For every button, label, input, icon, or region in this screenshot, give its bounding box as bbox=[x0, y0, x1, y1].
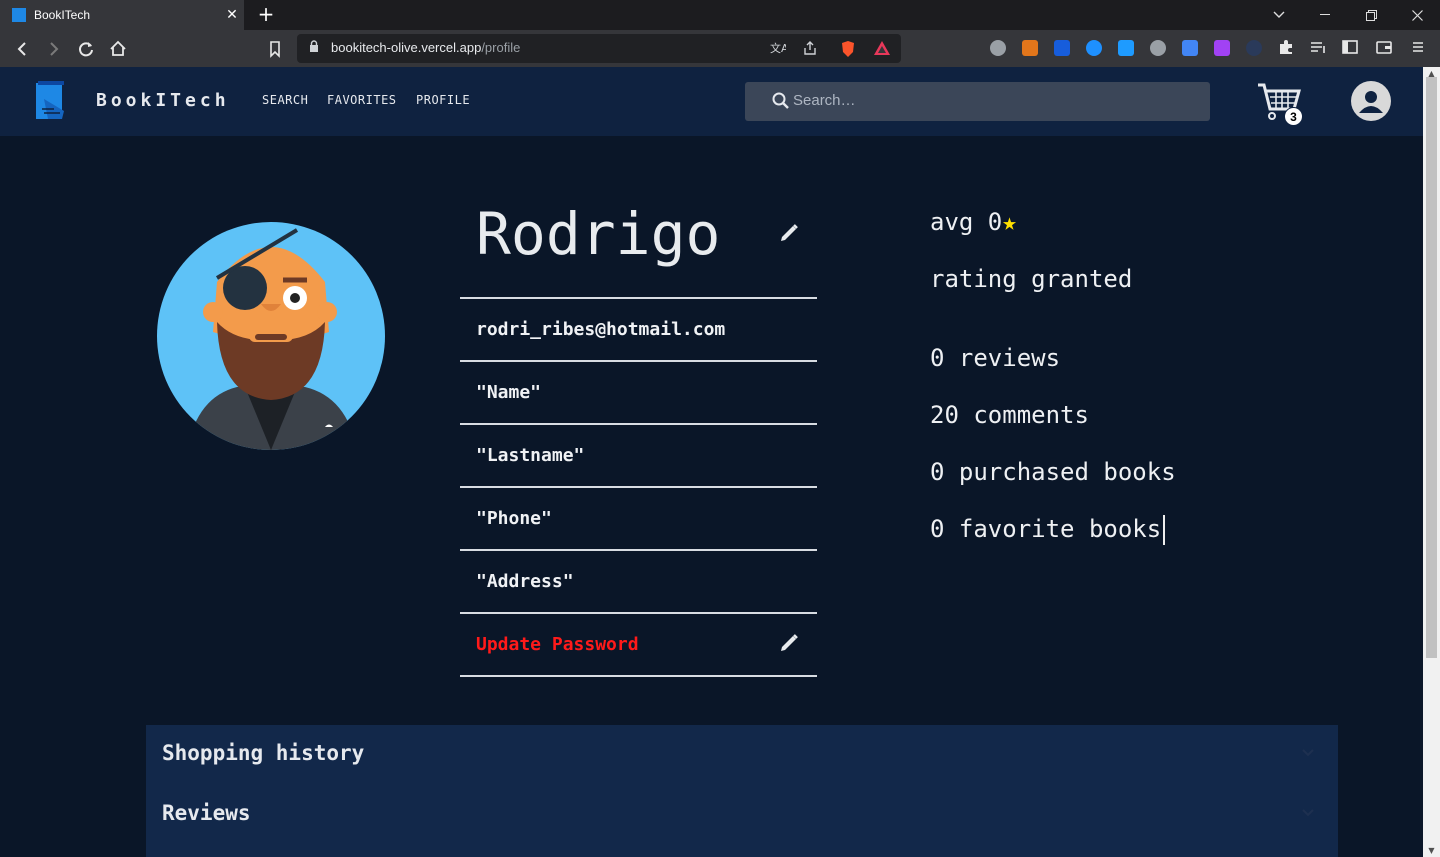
scroll-down-icon[interactable]: ▼ bbox=[1427, 846, 1436, 855]
browser-tabbar: BookITech ✕ + bbox=[0, 0, 1440, 30]
text-cursor bbox=[1163, 515, 1166, 545]
rating-granted-label: rating granted bbox=[930, 265, 1133, 293]
shopping-history-label: Shopping history bbox=[162, 741, 365, 765]
edit-password-pencil-icon[interactable] bbox=[778, 632, 800, 654]
scroll-up-icon[interactable]: ▲ bbox=[1427, 69, 1436, 78]
extensions-puzzle-icon[interactable] bbox=[1275, 38, 1297, 60]
favorite-books-text: 0 favorite books bbox=[930, 515, 1162, 543]
update-password-row[interactable]: Update Password bbox=[460, 612, 817, 677]
bookitech-logo-icon[interactable] bbox=[34, 79, 70, 123]
profile-lastname-field: "Lastname" bbox=[460, 423, 817, 486]
audio-extension-icon[interactable] bbox=[1086, 40, 1102, 56]
translate-icon[interactable]: 文A bbox=[769, 40, 789, 58]
name-value: "Name" bbox=[476, 382, 542, 403]
purchased-books-stat: 0 purchased books bbox=[930, 458, 1176, 486]
email-value: rodri_ribes@hotmail.com bbox=[476, 319, 726, 340]
phone-value: "Phone" bbox=[476, 508, 552, 529]
browser-toolbar: bookitech-olive.vercel.app/profile 文A bbox=[0, 30, 1440, 67]
favorite-books-stat: 0 favorite books bbox=[930, 515, 1166, 545]
tab-title: BookITech bbox=[34, 8, 91, 22]
tab-close-icon[interactable]: ✕ bbox=[220, 7, 244, 23]
profile-email-field: rodri_ribes@hotmail.com bbox=[460, 297, 817, 360]
reviews-label: Reviews bbox=[162, 801, 251, 825]
user-avatar-icon[interactable] bbox=[1351, 81, 1391, 121]
restore-window-icon[interactable] bbox=[1348, 0, 1394, 30]
avg-rating-stat: avg 0★ bbox=[930, 208, 1017, 236]
profile-name-field: "Name" bbox=[460, 360, 817, 423]
update-password-link[interactable]: Update Password bbox=[476, 634, 639, 655]
search-input[interactable]: Search… bbox=[745, 82, 1210, 121]
reviews-count-stat: 0 reviews bbox=[930, 344, 1061, 372]
close-window-icon[interactable] bbox=[1394, 0, 1440, 30]
reload-icon[interactable] bbox=[75, 38, 97, 60]
reviews-accordion[interactable]: Reviews bbox=[146, 785, 1338, 857]
url-host: bookitech-olive.vercel.app bbox=[331, 40, 482, 55]
minimize-window-icon[interactable] bbox=[1302, 0, 1348, 30]
color-picker-extension-icon[interactable] bbox=[1214, 40, 1230, 56]
comments-count-stat: 20 comments bbox=[930, 401, 1089, 429]
chevron-down-icon[interactable] bbox=[1300, 805, 1316, 821]
profile-phone-field: "Phone" bbox=[460, 486, 817, 549]
address-bar[interactable]: bookitech-olive.vercel.app/profile 文A bbox=[297, 34, 901, 63]
media-queue-icon[interactable] bbox=[1307, 38, 1329, 60]
svg-text:文A: 文A bbox=[770, 41, 786, 55]
sidebar-icon[interactable] bbox=[1339, 38, 1361, 60]
cat-extension-icon[interactable] bbox=[1150, 40, 1166, 56]
edit-username-pencil-icon[interactable] bbox=[778, 222, 800, 244]
nav-favorites-link[interactable]: FAVORITES bbox=[327, 93, 397, 107]
brave-shields-icon[interactable] bbox=[839, 40, 857, 58]
new-tab-button[interactable]: + bbox=[256, 4, 276, 24]
google-translate-extension-icon[interactable] bbox=[1182, 40, 1198, 56]
browser-tab[interactable]: BookITech ✕ bbox=[0, 0, 244, 30]
url-text: bookitech-olive.vercel.app/profile bbox=[331, 40, 520, 55]
avg-rating-text: avg 0 bbox=[930, 208, 1003, 236]
brave-rewards-icon[interactable] bbox=[873, 40, 891, 58]
page-scrollbar-thumb[interactable] bbox=[1426, 77, 1437, 658]
lastname-value: "Lastname" bbox=[476, 445, 585, 466]
search-icon bbox=[772, 92, 789, 109]
metamask-extension-icon[interactable] bbox=[1022, 40, 1038, 56]
download-extension-icon[interactable] bbox=[1118, 40, 1134, 56]
chevron-down-icon[interactable] bbox=[1300, 745, 1316, 761]
menu-icon[interactable] bbox=[1407, 38, 1429, 60]
back-icon[interactable] bbox=[11, 38, 33, 60]
forward-icon[interactable] bbox=[43, 38, 65, 60]
profile-avatar-image bbox=[157, 222, 385, 450]
address-value: "Address" bbox=[476, 571, 574, 592]
wallet-icon[interactable] bbox=[1373, 38, 1395, 60]
home-icon[interactable] bbox=[107, 38, 129, 60]
search-placeholder: Search… bbox=[793, 92, 856, 109]
app-header: BookITech SEARCH FAVORITES PROFILE Searc… bbox=[0, 67, 1423, 136]
nav-profile-link[interactable]: PROFILE bbox=[416, 93, 470, 107]
tab-search-chevron-icon[interactable] bbox=[1256, 0, 1302, 30]
share-icon[interactable] bbox=[801, 40, 819, 58]
dark-extension-icon[interactable] bbox=[1246, 40, 1262, 56]
nav-search-link[interactable]: SEARCH bbox=[262, 93, 308, 107]
site-favicon-icon bbox=[12, 8, 26, 22]
bitwarden-extension-icon[interactable] bbox=[1054, 40, 1070, 56]
cart-count-badge: 3 bbox=[1284, 107, 1303, 126]
lock-icon bbox=[310, 40, 318, 52]
profile-username: Rodrigo bbox=[476, 200, 721, 268]
url-path: /profile bbox=[481, 40, 521, 55]
brand-name[interactable]: BookITech bbox=[96, 90, 230, 111]
profile-address-field: "Address" bbox=[460, 549, 817, 612]
bookmark-icon[interactable] bbox=[264, 38, 286, 60]
star-icon: ★ bbox=[1002, 208, 1017, 236]
extension-k-icon[interactable] bbox=[990, 40, 1006, 56]
shopping-history-accordion[interactable]: Shopping history bbox=[146, 725, 1338, 785]
